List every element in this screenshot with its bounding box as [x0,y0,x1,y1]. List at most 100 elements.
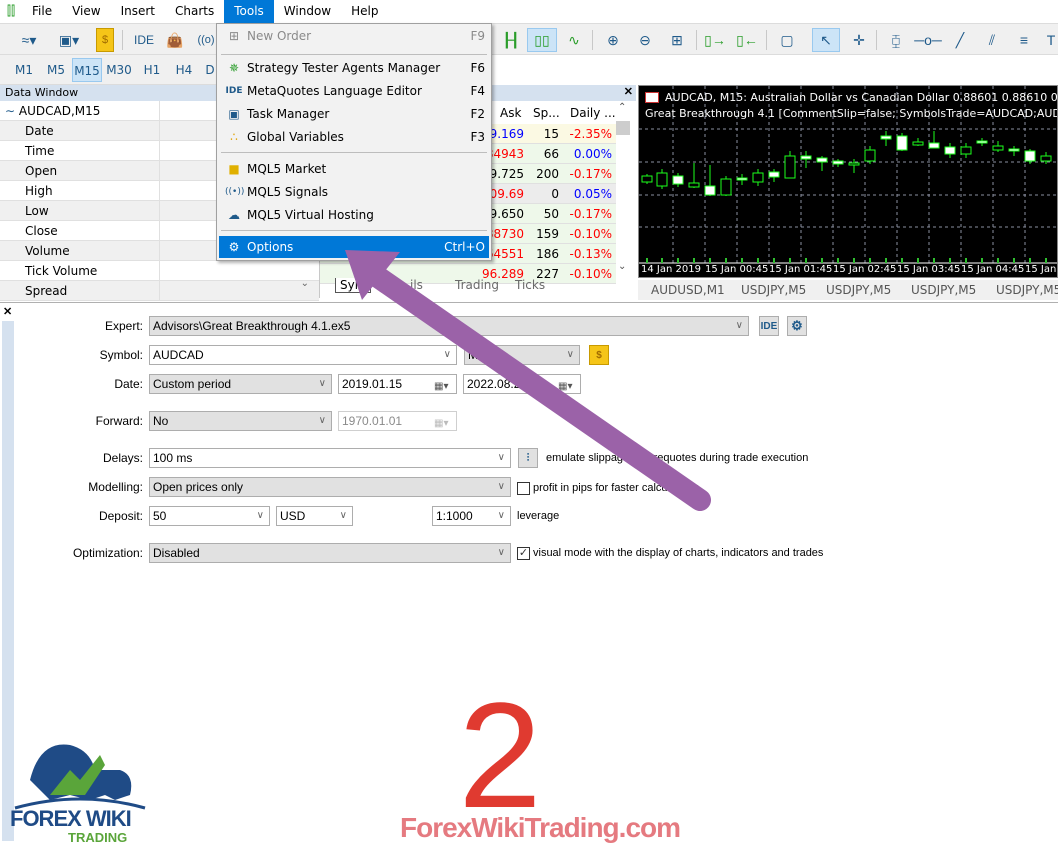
volume-bar [885,258,887,263]
menu-separator [221,54,487,55]
candle-body [864,149,876,162]
menu-item-market[interactable]: ■ MQL5 Market [219,158,489,180]
menu-file[interactable]: File [22,0,62,23]
tab-trading[interactable]: Trading [455,278,499,292]
bar-chart-icon[interactable]: ┠┨ [500,28,522,52]
date-from-picker[interactable]: 2019.01.15 ▦▾ [338,374,457,394]
menu-charts[interactable]: Charts [165,0,224,23]
spread-cell: 15 [543,127,559,141]
timeframe-h1[interactable]: H1 [138,58,166,82]
menu-item-task-manager[interactable]: ▣ Task Manager F2 [219,103,489,125]
menu-item-metaeditor[interactable]: IDE MetaQuotes Language Editor F4 [219,80,489,102]
symbol-select[interactable]: AUDCAD ∨ [149,345,457,365]
cursor-icon[interactable]: ↖ [812,28,840,52]
market-watch-tabs: Sym ils Trading Ticks [325,276,630,296]
leverage-select[interactable]: 1:1000 ∨ [432,506,511,526]
timeframe-h4[interactable]: H4 [170,58,198,82]
menu-item-agents-manager[interactable]: ✵ Strategy Tester Agents Manager F6 [219,57,489,79]
volume-bar [1013,258,1015,263]
forward-select[interactable]: No ∨ [149,411,332,431]
scrollbar-thumb[interactable] [616,121,630,135]
channel-icon[interactable]: ⫽ [980,28,1004,52]
autoscroll-icon[interactable]: ▯← [735,28,759,52]
scroll-down-icon[interactable]: ⌄ [618,261,626,272]
timeframe-m5[interactable]: M5 [42,58,70,82]
tab-ticks[interactable]: Ticks [515,278,545,292]
column-header-daily-change[interactable]: Daily ... [570,102,616,124]
horizontal-line-icon[interactable]: ─o─ [914,28,942,52]
global-variables-icon: ∴ [230,130,238,144]
tile-windows-icon[interactable]: ⊞ [666,28,688,52]
column-header-ask[interactable]: Ask [500,102,521,124]
crosshair-icon[interactable]: ✛ [848,28,870,52]
zoom-out-icon[interactable]: ⊖ [634,28,656,52]
line-chart-dropdown-icon[interactable]: ≈▾ [12,28,46,52]
ide-button[interactable]: IDE [759,316,779,336]
date-to-picker[interactable]: 2022.08.22 ▦▾ [463,374,581,394]
menu-insert[interactable]: Insert [111,0,165,23]
zoom-in-icon[interactable]: ⊕ [602,28,624,52]
deposit-select[interactable]: 50 ∨ [149,506,270,526]
dollar-icon[interactable]: $ [96,28,114,52]
toolbar-separator [592,30,593,50]
candle-body [944,146,956,155]
chart-shift-icon[interactable]: ▯→ [703,28,727,52]
expert-select[interactable]: Advisors\Great Breakthrough 4.1.ex5 ∨ [149,316,749,336]
timeframe-m1[interactable]: M1 [10,58,38,82]
timeframe-select[interactable]: M ∨ [464,345,580,365]
line-chart-icon[interactable]: ∿ [563,28,585,52]
scroll-up-icon[interactable]: ⌃ [618,102,626,113]
dollar-icon[interactable]: $ [589,345,609,365]
pips-checkbox[interactable] [517,482,530,495]
menu-item-signals[interactable]: ((•)) MQL5 Signals [219,181,489,203]
fibonacci-icon[interactable]: ≡ [1012,28,1036,52]
text-tool-icon[interactable]: T [1044,28,1058,52]
gear-icon[interactable]: ⚙ [787,316,807,336]
menu-item-virtual-hosting[interactable]: ☁ MQL5 Virtual Hosting [219,204,489,226]
candle-body [736,177,748,181]
currency-select[interactable]: USD ∨ [276,506,353,526]
tab-symbols[interactable]: Sym [335,278,372,293]
price-chart[interactable]: AUDCAD, M15: Australian Dollar vs Canadi… [638,85,1058,278]
chart-tab[interactable]: USDJPY,M5 [911,283,976,297]
menu-tools[interactable]: Tools [224,0,274,23]
timeframe-m30[interactable]: M30 [104,58,134,82]
candle-body [1040,155,1052,162]
candle-body [656,172,668,187]
menu-help[interactable]: Help [341,0,388,23]
signals-icon[interactable]: ((o) [196,28,216,52]
ide-button[interactable]: IDE [131,28,157,52]
date-mode-select[interactable]: Custom period ∨ [149,374,332,394]
chart-tab[interactable]: USDJPY,M5 [741,283,806,297]
calendar-icon[interactable]: ▦▾ [434,378,452,392]
volume-bar [661,258,663,263]
timeframe-m15[interactable]: M15 [72,58,102,82]
tab-details[interactable]: ils [410,278,423,292]
menu-item-options[interactable]: ⚙ Options Ctrl+O [219,236,489,258]
chart-tab[interactable]: AUDUSD,M1 [651,283,725,297]
slippage-settings-icon[interactable]: ⫶ [518,448,538,468]
menu-window[interactable]: Window [274,0,341,23]
calendar-icon[interactable]: ▦▾ [558,378,576,392]
vertical-line-icon[interactable]: ⧮ [886,28,906,52]
chart-tab[interactable]: USDJPY,M5 [826,283,891,297]
chart-tab[interactable]: USDJPY,M5 [996,283,1058,297]
indicators-dropdown-icon[interactable]: ▣▾ [50,28,88,52]
screenshot-icon[interactable]: ▢ [776,28,798,52]
scroll-down-icon[interactable]: ⌄ [301,278,309,289]
optimization-select[interactable]: Disabled ∨ [149,543,511,563]
modelling-select[interactable]: Open prices only ∨ [149,477,511,497]
column-header-spread[interactable]: Sp... [533,102,560,124]
trendline-icon[interactable]: ╱ [948,28,972,52]
menu-view[interactable]: View [62,0,110,23]
delays-select[interactable]: 100 ms ∨ [149,448,511,468]
market-bag-icon[interactable]: 👜 [165,28,185,52]
close-icon[interactable]: ✕ [3,305,12,318]
modelling-label: Modelling: [88,480,143,494]
candle-body [720,178,732,196]
close-icon[interactable]: ✕ [624,85,633,98]
visual-mode-checkbox[interactable]: ✓ [517,547,530,560]
menu-item-global-variables[interactable]: ∴ Global Variables F3 [219,126,489,148]
candlestick-chart-icon[interactable]: ▯▯ [527,28,557,52]
timeframe-d1[interactable]: D [203,58,217,82]
